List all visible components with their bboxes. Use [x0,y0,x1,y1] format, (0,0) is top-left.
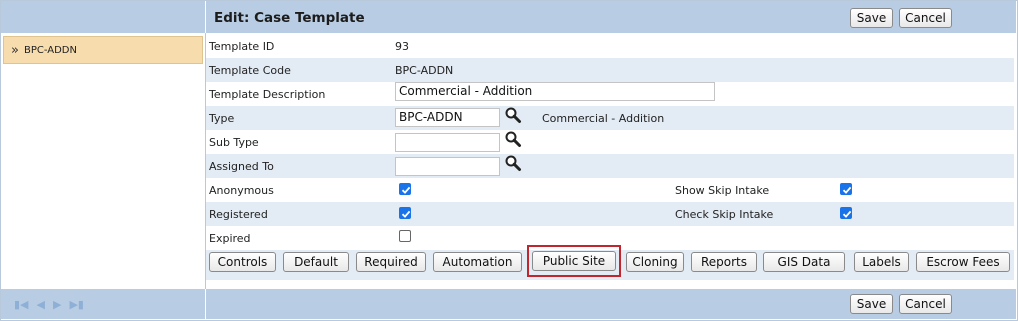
sub-type-row: Sub Type [206,130,1014,154]
template-description-label: Template Description [209,88,326,101]
registered-label: Registered [209,208,268,221]
tab-labels[interactable]: Labels [854,252,909,272]
page-title: Edit: Case Template [214,10,365,26]
anonymous-row: Anonymous Show Skip Intake [206,178,1014,202]
tab-buttons-row: Controls Default Required Automation Pub… [206,245,1014,280]
template-id-row: Template ID 93 [206,34,1014,58]
type-label: Type [209,112,235,125]
assigned-to-row: Assigned To [206,154,1014,178]
anonymous-checkbox[interactable] [399,183,411,195]
template-description-input[interactable]: Commercial - Addition [395,82,715,101]
double-chevron-right-icon: » [11,42,19,58]
tab-public-site[interactable]: Public Site [532,251,616,271]
tab-automation[interactable]: Automation [433,252,522,272]
check-skip-intake-label: Check Skip Intake [675,208,774,221]
sidebar-item-bpc-addn[interactable]: » BPC-ADDN [3,36,203,64]
sub-type-label: Sub Type [209,136,259,149]
type-input[interactable]: BPC-ADDN [395,108,500,127]
next-page-icon[interactable]: ▶ [53,298,61,311]
template-code-value: BPC-ADDN [395,64,454,77]
show-skip-intake-checkbox[interactable] [840,183,852,195]
sidebar-footer: ▮◀ ◀ ▶ ▶▮ [1,289,205,319]
expired-checkbox[interactable] [399,230,411,242]
prev-page-icon[interactable]: ◀ [37,298,45,311]
tab-required[interactable]: Required [356,252,426,272]
check-icon [842,186,852,194]
footer-save-button[interactable]: Save [850,294,893,314]
first-page-icon[interactable]: ▮◀ [14,298,29,311]
assigned-to-input[interactable] [395,157,500,176]
template-code-label: Template Code [209,64,291,77]
search-icon[interactable] [504,154,522,172]
template-id-value: 93 [395,40,409,53]
search-icon[interactable] [504,130,522,148]
check-icon [401,210,411,218]
tab-default[interactable]: Default [283,252,349,272]
case-template-form: Template ID 93 Template Code BPC-ADDN Te… [206,33,1016,289]
cancel-button[interactable]: Cancel [899,8,952,28]
show-skip-intake-label: Show Skip Intake [675,184,770,197]
template-description-row: Template Description Commercial - Additi… [206,82,1014,106]
type-row: Type BPC-ADDN Commercial - Addition [206,106,1014,130]
tab-reports[interactable]: Reports [691,252,757,272]
tab-cloning[interactable]: Cloning [626,252,684,272]
search-icon[interactable] [504,106,522,124]
tab-gis-data[interactable]: GIS Data [763,252,845,272]
save-button[interactable]: Save [850,8,893,28]
footer-cancel-button[interactable]: Cancel [899,294,952,314]
check-icon [842,210,852,218]
tab-escrow-fees[interactable]: Escrow Fees [916,252,1010,272]
pager: ▮◀ ◀ ▶ ▶▮ [14,298,84,311]
last-page-icon[interactable]: ▶▮ [69,298,84,311]
sidebar-header [1,1,205,33]
edit-header: Edit: Case Template Save Cancel [206,1,1016,33]
sidebar-item-label: BPC-ADDN [23,44,77,56]
template-code-row: Template Code BPC-ADDN [206,58,1014,82]
expired-label: Expired [209,232,251,245]
sub-type-input[interactable] [395,133,500,152]
check-icon [401,186,411,194]
anonymous-label: Anonymous [209,184,274,197]
type-description: Commercial - Addition [542,112,665,125]
assigned-to-label: Assigned To [209,160,274,173]
sidebar [1,33,206,289]
edit-footer: Save Cancel [206,289,1016,319]
template-id-label: Template ID [209,40,275,53]
check-skip-intake-checkbox[interactable] [840,207,852,219]
registered-checkbox[interactable] [399,207,411,219]
registered-row: Registered Check Skip Intake [206,202,1014,226]
tab-controls[interactable]: Controls [209,252,276,272]
